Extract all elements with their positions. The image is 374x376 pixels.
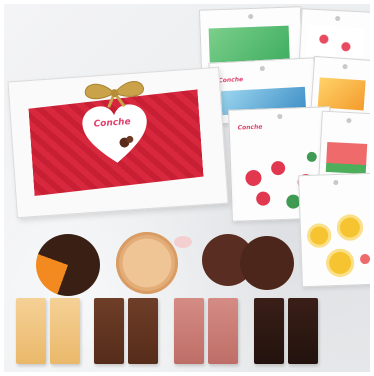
heart-icon (82, 104, 147, 163)
milk-chocolate-bar-2 (128, 298, 158, 364)
chocolate-disc-2 (240, 236, 294, 290)
gift-box: Conche (7, 66, 229, 219)
packet-brand-label: Conche (218, 76, 244, 85)
milk-chocolate-bar-1 (94, 298, 124, 364)
biscuit-cookie (116, 232, 178, 294)
product-photo: Conche Conche Conche (4, 4, 370, 372)
strawberry-chocolate-bar-2 (208, 298, 238, 364)
orange-chocolate-cookie (36, 234, 100, 296)
packet-lemon (298, 172, 370, 288)
white-chocolate-bar-2 (50, 298, 80, 364)
white-chocolate-bar-1 (16, 298, 46, 364)
strawberry-chocolate-bar-1 (174, 298, 204, 364)
dark-chocolate-bar-1 (254, 298, 284, 364)
almond (174, 236, 192, 248)
dark-chocolate-bar-2 (288, 298, 318, 364)
ribbon-bow (84, 81, 144, 109)
packet-brand-label: Conche (237, 123, 263, 132)
